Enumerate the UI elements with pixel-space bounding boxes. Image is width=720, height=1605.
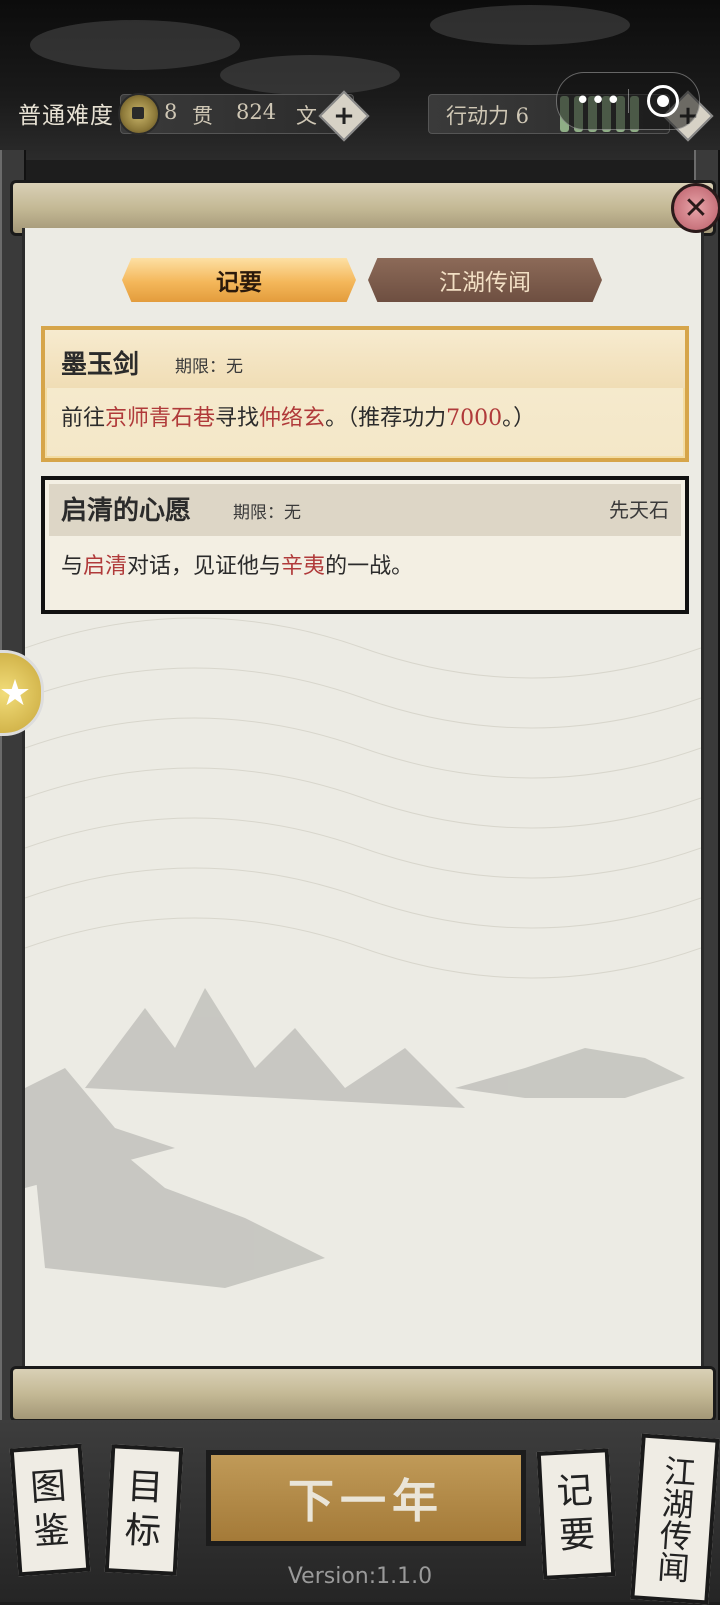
codex-label-1: 图 xyxy=(29,1465,68,1510)
quest-title: 墨玉剑 xyxy=(61,350,140,380)
quest-limit: 期限：无 xyxy=(233,503,301,523)
cloud-decoration xyxy=(220,55,400,95)
quest-reward: 先天石 xyxy=(609,498,669,522)
rumors-label-1: 江湖 xyxy=(656,1453,699,1521)
action-points-label: 行动力 6 xyxy=(446,104,530,128)
desc-text: 与 xyxy=(61,554,84,579)
goals-label-1: 目 xyxy=(126,1466,165,1509)
desc-text: 。（推荐功力 xyxy=(325,406,447,431)
goals-button[interactable]: 目 标 xyxy=(104,1444,184,1576)
tab-notes[interactable]: 记要 xyxy=(122,258,356,302)
tab-rumors[interactable]: 江湖传闻 xyxy=(368,258,602,302)
scroll-bottom-rod xyxy=(10,1366,716,1422)
tab-rumors-label: 江湖传闻 xyxy=(439,270,531,296)
close-icon: ✕ xyxy=(683,190,709,226)
difficulty-label: 普通难度 xyxy=(18,103,114,129)
close-button[interactable]: ✕ xyxy=(671,183,720,233)
codex-label-2: 鉴 xyxy=(32,1509,71,1554)
desc-text: 的一战。 xyxy=(325,554,414,579)
desc-text: 寻找 xyxy=(215,406,260,431)
currency-wen-unit: 文 xyxy=(296,104,317,128)
quest-description: 前往京师青石巷寻找仲络玄。（推荐功力7000。） xyxy=(61,400,535,432)
desc-npc: 辛夷 xyxy=(281,554,326,579)
cloud-decoration xyxy=(430,5,630,45)
desc-text: 。） xyxy=(502,406,536,431)
quest-title: 启清的心愿 xyxy=(61,496,192,526)
more-menu-icon[interactable]: ••• xyxy=(575,86,621,116)
notes-label-2: 要 xyxy=(558,1514,597,1557)
currency-wen-amount: 824 xyxy=(236,100,277,124)
cloud-decoration xyxy=(30,20,240,70)
next-year-button[interactable]: 下一年 xyxy=(206,1450,526,1546)
goals-label-2: 标 xyxy=(123,1510,162,1553)
desc-power-value: 7000 xyxy=(446,406,503,431)
quest-limit: 期限：无 xyxy=(175,357,243,377)
version-label: Version:1.1.0 xyxy=(287,1564,433,1589)
desc-text: 对话，见证他与 xyxy=(127,554,282,579)
star-icon: ★ xyxy=(0,672,32,714)
currency-guan-amount: 8 xyxy=(164,100,178,124)
coin-icon xyxy=(118,93,160,135)
desc-text: 前往 xyxy=(61,406,106,431)
desc-npc: 启清 xyxy=(83,554,128,579)
codex-button[interactable]: 图 鉴 xyxy=(9,1443,91,1577)
plus-icon: + xyxy=(333,101,355,131)
miniprogram-capsule: ••• xyxy=(556,72,700,130)
close-miniprogram-icon[interactable] xyxy=(647,85,679,117)
notes-button[interactable]: 记 要 xyxy=(536,1448,616,1580)
quest-card[interactable]: 启清的心愿 期限：无 先天石 与启清对话，见证他与辛夷的一战。 xyxy=(41,476,689,614)
desc-location: 京师青石巷 xyxy=(105,406,216,431)
capsule-divider xyxy=(628,89,629,113)
tab-notes-label: 记要 xyxy=(216,269,262,296)
quest-card-header xyxy=(45,330,685,388)
currency-guan-unit: 贯 xyxy=(192,104,213,128)
desc-npc: 仲络玄 xyxy=(259,406,326,431)
notes-label-1: 记 xyxy=(555,1470,594,1513)
quest-description: 与启清对话，见证他与辛夷的一战。 xyxy=(61,548,413,580)
quest-card[interactable]: 墨玉剑 期限：无 前往京师青石巷寻找仲络玄。（推荐功力7000。） xyxy=(41,326,689,462)
